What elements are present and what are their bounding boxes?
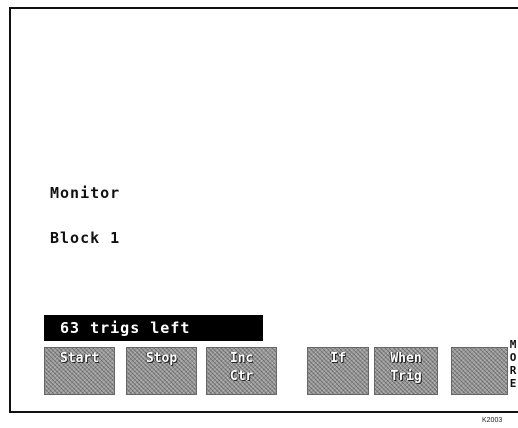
stop-softkey[interactable]: Stop (126, 347, 197, 395)
softkey-label: If (330, 351, 346, 366)
start-softkey[interactable]: Start (44, 347, 115, 395)
more-letter: E (509, 377, 517, 390)
softkey-label-line2: Trig (390, 369, 422, 384)
softkey-label-line2: Ctr (229, 369, 254, 384)
trigs-left-status: 63 trigs left (44, 315, 263, 341)
more-letter: M (509, 338, 517, 351)
if-softkey[interactable]: If (307, 347, 369, 395)
softkey-label: When (390, 351, 422, 366)
blank-softkey[interactable] (451, 347, 508, 395)
more-letter: O (509, 351, 517, 364)
inc-ctr-softkey[interactable]: Inc Ctr (206, 347, 277, 395)
more-letter: R (509, 364, 517, 377)
monitor-label: Monitor (50, 184, 121, 202)
more-softkey-indicator[interactable]: M O R E (508, 338, 518, 390)
softkey-label: Inc (229, 351, 254, 366)
softkey-label: Start (59, 351, 100, 366)
figure-code: K2003 (482, 417, 503, 424)
block-label: Block 1 (50, 229, 121, 247)
softkey-label: Stop (145, 351, 178, 366)
when-trig-softkey[interactable]: When Trig (374, 347, 438, 395)
